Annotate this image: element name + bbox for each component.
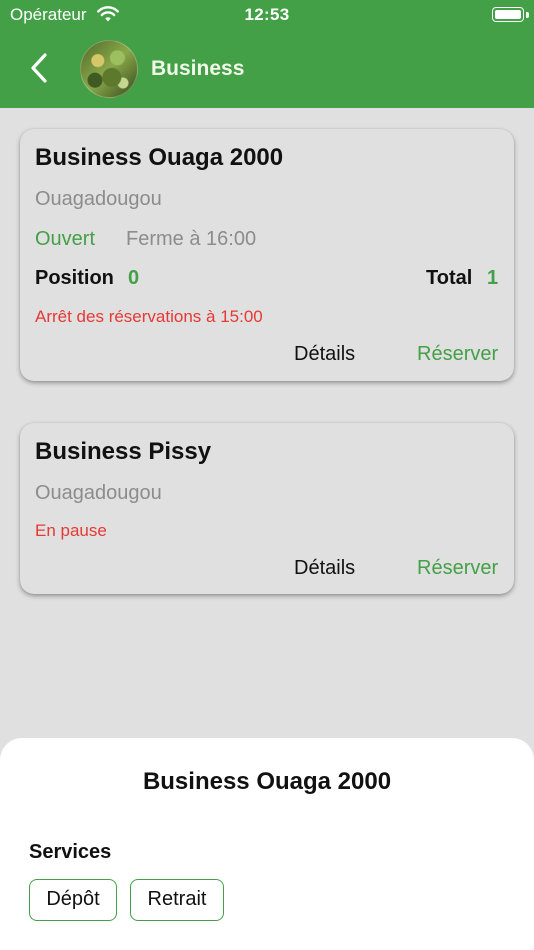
- reservation-cutoff-note: Arrêt des réservations à 15:00: [35, 307, 263, 326]
- clock: 12:53: [244, 5, 290, 24]
- agency-card: Business Ouaga 2000 Ouagadougou Ouvert F…: [20, 129, 514, 381]
- pause-status: En pause: [35, 521, 107, 540]
- services-label: Services: [29, 841, 112, 863]
- service-chip-depot[interactable]: Dépôt: [29, 879, 117, 921]
- status-badge: Ouvert: [35, 228, 96, 250]
- details-button[interactable]: Détails: [294, 557, 355, 580]
- agency-card: Business Pissy Ouagadougou En pause Déta…: [20, 423, 514, 594]
- reserve-button[interactable]: Réserver: [417, 343, 498, 366]
- back-button[interactable]: [24, 50, 54, 86]
- agency-city: Ouagadougou: [35, 188, 162, 210]
- status-bar: Opérateur 12:53: [0, 0, 534, 30]
- total-label: Total: [426, 267, 473, 289]
- battery-tip: [526, 12, 529, 18]
- details-button[interactable]: Détails: [294, 343, 355, 366]
- position-value: 0: [128, 267, 140, 289]
- service-chip-retrait[interactable]: Retrait: [130, 879, 224, 921]
- agency-name: Business Ouaga 2000: [35, 144, 284, 171]
- reserve-button[interactable]: Réserver: [417, 557, 498, 580]
- business-avatar: [80, 40, 138, 98]
- agency-city: Ouagadougou: [35, 482, 162, 504]
- total-value: 1: [487, 267, 499, 289]
- page-title: Business: [151, 57, 245, 80]
- bottom-sheet: Business Ouaga 2000 Services Dépôt Retra…: [0, 738, 534, 950]
- closing-time: Ferme à 16:00: [126, 228, 257, 250]
- chevron-left-icon: [31, 53, 47, 83]
- sheet-title: Business Ouaga 2000: [142, 768, 392, 795]
- battery-icon: [492, 7, 524, 22]
- app-header: Opérateur 12:53 Business: [0, 0, 534, 108]
- agency-name: Business Pissy: [35, 438, 212, 465]
- position-label: Position: [35, 267, 114, 289]
